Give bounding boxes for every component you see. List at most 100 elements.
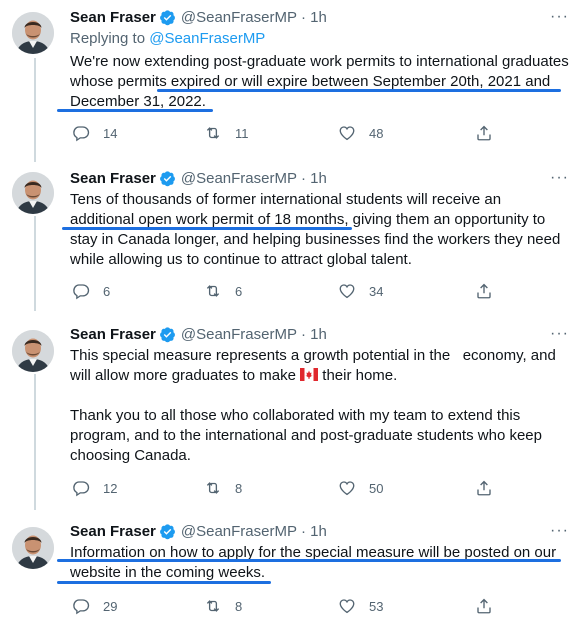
like-count: 50 [369,480,384,496]
retweet-icon [206,127,220,139]
like-button[interactable]: 48 [338,124,383,142]
heart-icon [339,599,355,614]
text-segment: their home. [318,367,398,384]
reply-count: 6 [103,283,111,299]
retweet-icon [206,482,220,494]
heart-icon [339,284,355,299]
reply-button[interactable]: 14 [72,124,117,142]
like-button[interactable]: 34 [338,282,383,300]
reply-count: 29 [103,598,118,614]
tweet[interactable]: Sean Fraser @SeanFraserMP · 1h ··· Reply… [0,0,587,160]
highlight-underline [57,109,213,112]
more-icon[interactable]: ··· [550,522,569,540]
verified-badge-icon [159,523,175,539]
author-name[interactable]: Sean Fraser [70,326,156,343]
retweet-button[interactable]: 8 [204,597,242,615]
heart-icon [339,481,355,496]
like-button[interactable]: 53 [338,597,383,615]
like-count: 53 [369,598,384,614]
text-line [70,386,575,406]
tweet[interactable]: Sean Fraser @SeanFraserMP · 1h ··· Infor… [0,515,587,627]
author-handle[interactable]: @SeanFraserMP [181,326,297,343]
retweet-button[interactable]: 11 [204,124,249,142]
like-count: 34 [369,283,384,299]
author-handle[interactable]: @SeanFraserMP [181,9,297,26]
verified-badge-icon [159,326,175,342]
retweet-count: 6 [235,283,243,299]
timestamp[interactable]: · 1h [301,170,327,187]
avatar[interactable] [12,172,54,214]
heart-icon [339,126,355,141]
timestamp[interactable]: · 1h [301,9,327,26]
tweet-text: Information on how to apply for the spec… [70,543,575,583]
replying-to: Replying to @SeanFraserMP [70,30,265,47]
retweet-button[interactable]: 8 [204,479,242,497]
text-segment: will allow more graduates to make [70,367,296,384]
tweet[interactable]: Sean Fraser @SeanFraserMP · 1h ··· This … [0,318,587,518]
retweet-count: 11 [235,125,249,141]
reply-button[interactable]: 29 [72,597,117,615]
timestamp[interactable]: · 1h [301,326,327,343]
highlight-underline [62,227,352,230]
replying-prefix: Replying to [70,30,146,47]
tweet-actions: 14 11 48 [70,124,500,144]
share-icon [477,125,491,141]
text-line: stay in Canada longer, and helping busin… [70,231,561,248]
share-icon [477,598,491,614]
tweet-text: This special measure represents a growth… [70,346,575,466]
reply-icon [73,599,90,615]
tweet-header: Sean Fraser @SeanFraserMP · 1h [70,520,327,542]
retweet-icon [206,600,220,612]
tweet-actions: 12 8 50 [70,479,500,499]
like-button[interactable]: 50 [338,479,383,497]
share-icon [477,283,491,299]
share-button[interactable] [475,282,506,300]
reply-button[interactable]: 12 [72,479,117,497]
text-line: This special measure represents a growth… [70,347,556,364]
share-button[interactable] [475,124,506,142]
retweet-count: 8 [235,598,243,614]
text-line: Thank you to all those who collaborated … [70,407,521,424]
more-icon[interactable]: ··· [550,169,569,187]
replying-to-link[interactable]: @SeanFraserMP [149,30,265,47]
share-icon [477,480,491,496]
retweet-count: 8 [235,480,243,496]
timestamp[interactable]: · 1h [301,523,327,540]
text-line: We're now extending post-graduate work p… [70,53,569,70]
share-button[interactable] [475,597,506,615]
more-icon[interactable]: ··· [550,8,569,26]
tweet-actions: 6 6 34 [70,282,500,302]
text-line: program, and to the international and po… [70,427,542,444]
retweet-button[interactable]: 6 [204,282,242,300]
author-name[interactable]: Sean Fraser [70,170,156,187]
highlight-underline [57,581,271,584]
canada-flag-icon [300,367,319,381]
author-handle[interactable]: @SeanFraserMP [181,523,297,540]
text-line: while allowing us to continue to attract… [70,251,412,268]
author-name[interactable]: Sean Fraser [70,523,156,540]
like-count: 48 [369,125,384,141]
text-line: Tens of thousands of former internationa… [70,191,502,208]
reply-button[interactable]: 6 [72,282,110,300]
reply-count: 14 [103,125,118,141]
verified-badge-icon [159,170,175,186]
retweet-icon [206,285,220,297]
highlight-underline [57,559,561,562]
tweet-text: We're now extending post-graduate work p… [70,52,575,112]
avatar[interactable] [12,330,54,372]
more-icon[interactable]: ··· [550,325,569,343]
text-line: website in the coming weeks. [70,564,266,581]
tweet-header: Sean Fraser @SeanFraserMP · 1h [70,167,327,189]
share-button[interactable] [475,479,506,497]
highlight-underline [157,89,561,92]
author-handle[interactable]: @SeanFraserMP [181,170,297,187]
reply-icon [73,126,90,142]
avatar[interactable] [12,527,54,569]
text-line: choosing Canada. [70,447,191,464]
tweet[interactable]: Sean Fraser @SeanFraserMP · 1h ··· Tens … [0,160,587,320]
tweet-actions: 29 8 53 [70,597,500,617]
reply-count: 12 [103,480,118,496]
avatar[interactable] [12,12,54,54]
author-name[interactable]: Sean Fraser [70,9,156,26]
reply-icon [73,481,90,497]
